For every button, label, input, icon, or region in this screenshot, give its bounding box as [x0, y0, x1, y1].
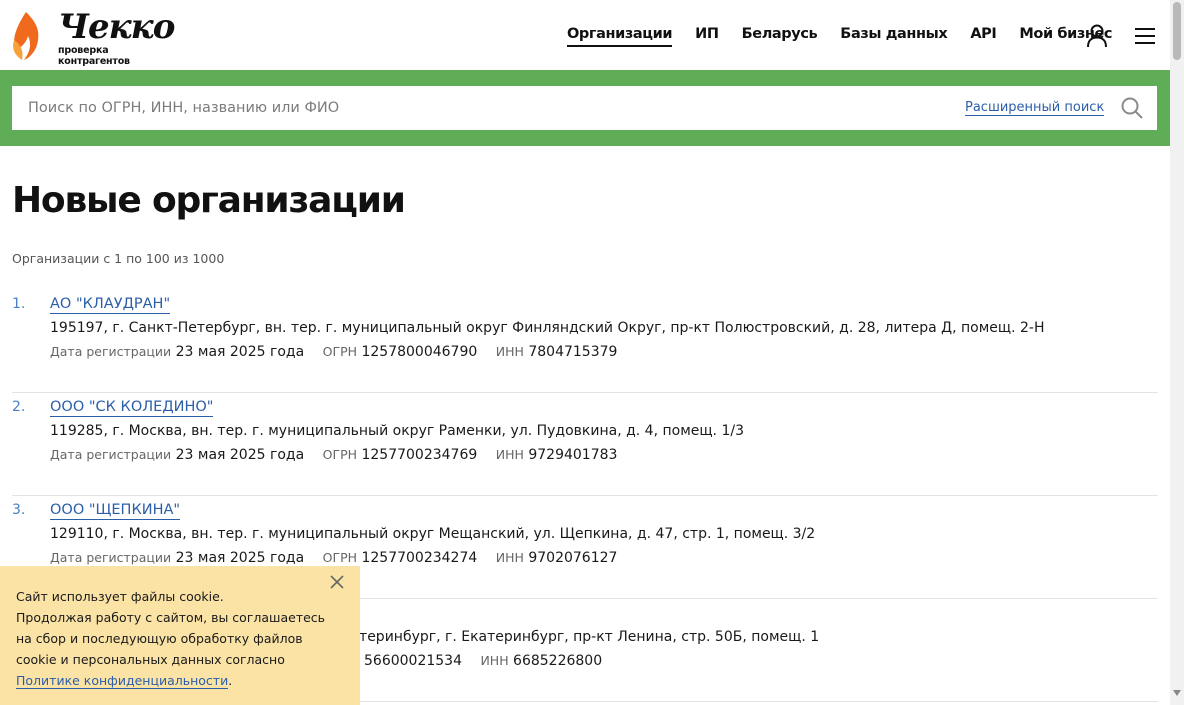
privacy-policy-link[interactable]: Политике конфиденциальности	[16, 673, 229, 689]
inn-value: 9702076127	[528, 550, 618, 566]
org-address: 195197, г. Санкт-Петербург, вн. тер. г. …	[50, 320, 1045, 336]
site-header: Чекко проверка контрагентов Организации …	[0, 0, 1170, 70]
page-title: Новые организации	[12, 180, 406, 221]
flame-logo-icon	[13, 12, 39, 60]
cookie-line-1: Сайт использует файлы cookie.	[16, 589, 224, 604]
ogrn-label: ОГРН	[322, 550, 358, 565]
inn-label: ИНН	[495, 550, 524, 565]
menu-icon[interactable]	[1135, 28, 1155, 44]
org-name-link[interactable]: ООО "СК КОЛЕДИНО"	[50, 399, 214, 417]
list-item: 1. АО "КЛАУДРАН" 195197, г. Санкт-Петерб…	[12, 290, 1158, 393]
nav-databases[interactable]: Базы данных	[840, 26, 947, 47]
org-name-link[interactable]: АО "КЛАУДРАН"	[50, 296, 171, 314]
cookie-line-2: Продолжая работу с сайтом, вы соглашаете…	[16, 610, 326, 667]
nav-api[interactable]: API	[970, 26, 996, 47]
inn-value: 7804715379	[528, 344, 618, 360]
org-address: катеринбург, г. Екатеринбург, пр-кт Лени…	[342, 629, 820, 645]
close-icon[interactable]	[329, 574, 345, 590]
cookie-tail: .	[228, 673, 233, 688]
results-count: Организации с 1 по 100 из 1000	[12, 251, 225, 266]
inn-value: 9729401783	[528, 447, 618, 463]
list-item-number: 3.	[12, 502, 26, 518]
user-icon[interactable]	[1086, 24, 1108, 48]
nav-ip[interactable]: ИП	[695, 26, 719, 47]
reg-date-value: 23 мая 2025 года	[175, 550, 305, 566]
search-band: Расширенный поиск	[0, 70, 1170, 146]
org-meta: 56600021534 ИНН 6685226800	[364, 653, 616, 669]
inn-label: ИНН	[495, 447, 524, 462]
list-item-number: 1.	[12, 296, 26, 312]
cookie-text: Сайт использует файлы cookie. Продолжая …	[16, 586, 344, 691]
page-scrollbar[interactable]	[1170, 0, 1184, 705]
org-meta: Дата регистрации 23 мая 2025 года ОГРН 1…	[50, 550, 631, 566]
logo-wordmark: Чекко	[58, 7, 175, 47]
reg-date-label: Дата регистрации	[50, 550, 172, 565]
search-input[interactable]	[28, 86, 828, 130]
ogrn-value: 56600021534	[364, 653, 462, 669]
ogrn-label: ОГРН	[322, 344, 358, 359]
reg-date-value: 23 мая 2025 года	[175, 447, 305, 463]
ogrn-label: ОГРН	[322, 447, 358, 462]
search-box: Расширенный поиск	[12, 86, 1157, 130]
org-address: 119285, г. Москва, вн. тер. г. муниципал…	[50, 423, 744, 439]
nav-belarus[interactable]: Беларусь	[742, 26, 818, 47]
org-meta: Дата регистрации 23 мая 2025 года ОГРН 1…	[50, 447, 631, 463]
inn-value: 6685226800	[513, 653, 603, 669]
logo-tagline: проверка контрагентов	[58, 45, 130, 67]
nav-organizations[interactable]: Организации	[567, 26, 673, 47]
list-item: 2. ООО "СК КОЛЕДИНО" 119285, г. Москва, …	[12, 393, 1158, 496]
inn-label: ИНН	[480, 653, 509, 668]
scrollbar-thumb[interactable]	[1173, 2, 1181, 60]
reg-date-label: Дата регистрации	[50, 344, 172, 359]
search-icon[interactable]	[1121, 97, 1143, 119]
ogrn-value: 1257800046790	[361, 344, 478, 360]
advanced-search-link[interactable]: Расширенный поиск	[965, 100, 1105, 116]
reg-date-value: 23 мая 2025 года	[175, 344, 305, 360]
logo[interactable]: Чекко проверка контрагентов	[10, 10, 175, 67]
main-nav: Организации ИП Беларусь Базы данных API …	[567, 26, 1135, 47]
ogrn-value: 1257700234769	[361, 447, 478, 463]
inn-label: ИНН	[495, 344, 524, 359]
ogrn-value: 1257700234274	[361, 550, 478, 566]
scroll-down-arrow-icon[interactable]	[1173, 690, 1181, 696]
org-name-link[interactable]: ООО "ЩЕПКИНА"	[50, 502, 181, 520]
reg-date-label: Дата регистрации	[50, 447, 172, 462]
org-address: 129110, г. Москва, вн. тер. г. муниципал…	[50, 526, 816, 542]
list-item-number: 2.	[12, 399, 26, 415]
cookie-banner: Сайт использует файлы cookie. Продолжая …	[0, 566, 360, 705]
org-meta: Дата регистрации 23 мая 2025 года ОГРН 1…	[50, 344, 631, 360]
